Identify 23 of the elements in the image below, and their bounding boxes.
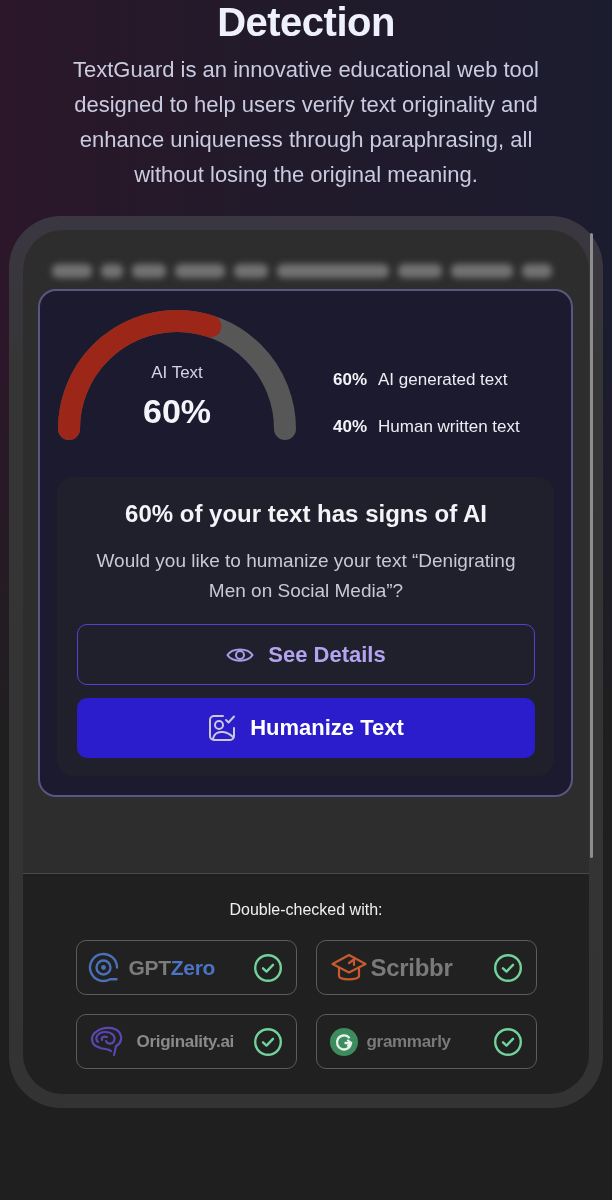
legend-percent: 40% [333, 416, 368, 438]
logo-wordmark: GPTZero [128, 954, 216, 981]
page-title: Detection [217, 0, 395, 44]
intro-paragraph: TextGuard is an innovative educational web tool designed to help users verify text originality and enhance uniqueness through paraphrasing, all without losing the original meaning. [72, 56, 540, 189]
scrollbar[interactable] [590, 233, 593, 858]
logo-wordmark: grammarly [366, 1030, 451, 1053]
logo-wordmark: Originality.ai [136, 1030, 234, 1053]
humanize-text-button[interactable]: Humanize Text [77, 698, 535, 758]
logo-wordmark: Scribbr [370, 954, 453, 981]
legend-label: AI generated text [378, 369, 508, 391]
spiral-icon [87, 952, 119, 983]
checker-heading: Double-checked with: [229, 900, 383, 920]
user-check-icon [208, 714, 237, 742]
see-details-button[interactable]: See Details [77, 624, 535, 685]
gauge-label: AI Text [151, 363, 203, 383]
summary-title: 60% of your text has signs of AI [125, 499, 487, 529]
summary-question: Would you like to humanize your text “Denigrating Men on Social Media”? [95, 549, 517, 603]
graduation-cap-icon [330, 952, 367, 983]
brain-icon [88, 1026, 124, 1057]
legend-percent: 60% [333, 369, 368, 391]
eye-icon [226, 645, 255, 664]
gauge-value: 60% [142, 391, 212, 431]
legend-label: Human written text [378, 416, 520, 438]
